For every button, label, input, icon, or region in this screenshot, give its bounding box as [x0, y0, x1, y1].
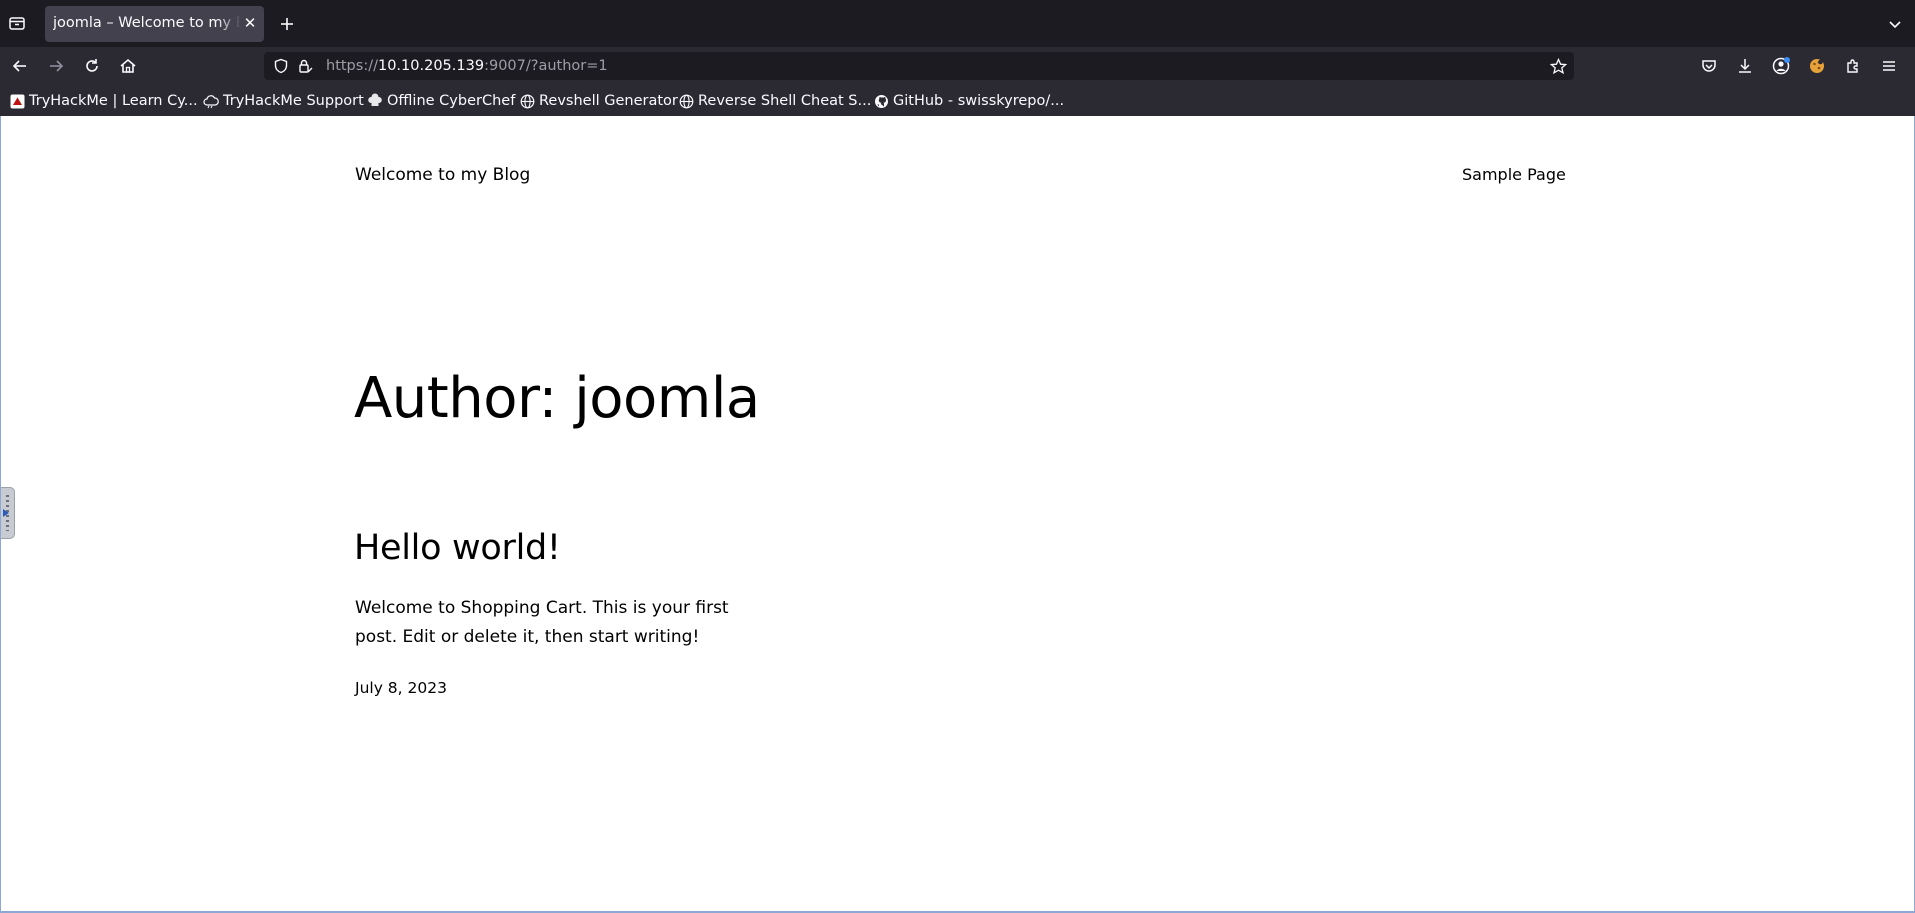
chef-hat-icon — [367, 93, 383, 109]
url-text: https://10.10.205.139:9007/?author=1 — [326, 58, 608, 74]
nav-link-sample-page[interactable]: Sample Page — [1462, 165, 1566, 184]
forward-icon[interactable] — [43, 54, 69, 78]
bookmark-label: TryHackMe Support — [223, 93, 364, 109]
url-bar[interactable]: https://10.10.205.139:9007/?author=1 — [264, 52, 1574, 80]
url-path: :9007/?author=1 — [484, 58, 608, 74]
bookmark-revshell-generator[interactable]: Revshell Generator — [519, 91, 678, 111]
close-icon[interactable]: ✕ — [242, 15, 258, 31]
tab-title: joomla – Welcome to my Blog — [53, 15, 241, 31]
globe-icon — [678, 93, 694, 109]
archive-title: Author: joomla — [354, 366, 760, 431]
new-tab-icon[interactable] — [276, 13, 298, 35]
account-icon[interactable] — [1768, 54, 1794, 78]
navigation-toolbar: https://10.10.205.139:9007/?author=1 — [0, 47, 1915, 85]
url-scheme: https:// — [326, 58, 378, 74]
bookmark-label: TryHackMe | Learn Cy... — [29, 93, 198, 109]
site-title[interactable]: Welcome to my Blog — [355, 165, 530, 185]
cloud-icon — [203, 93, 219, 109]
github-icon — [873, 93, 889, 109]
extensions-icon[interactable] — [1840, 54, 1866, 78]
post-date[interactable]: July 8, 2023 — [355, 679, 447, 697]
bookmark-tryhackme[interactable]: TryHackMe | Learn Cy... — [9, 91, 198, 111]
globe-icon — [519, 93, 535, 109]
bookmark-github-swisskyrepo[interactable]: GitHub - swisskyrepo/... — [873, 91, 1064, 111]
shield-icon[interactable] — [272, 57, 290, 75]
active-tab[interactable]: joomla – Welcome to my Blog ✕ — [45, 6, 264, 42]
post-title[interactable]: Hello world! — [354, 528, 561, 568]
page-viewport: Welcome to my Blog Sample Page Author: j… — [0, 116, 1915, 913]
reload-icon[interactable] — [79, 54, 105, 78]
tab-list-icon[interactable] — [6, 12, 28, 34]
bookmark-label: GitHub - swisskyrepo/... — [893, 93, 1065, 109]
bookmark-tryhackme-support[interactable]: TryHackMe Support — [203, 91, 364, 111]
home-icon[interactable] — [115, 54, 141, 78]
bookmark-reverse-shell-cheat-sheet[interactable]: Reverse Shell Cheat S... — [678, 91, 871, 111]
bookmarks-toolbar: TryHackMe | Learn Cy... TryHackMe Suppor… — [0, 85, 1915, 116]
tryhackme-icon — [9, 93, 25, 109]
sidebar-handle[interactable] — [1, 487, 15, 539]
back-icon[interactable] — [7, 54, 33, 78]
url-host: 10.10.205.139 — [377, 58, 485, 74]
post-excerpt: Welcome to Shopping Cart. This is your f… — [355, 598, 729, 647]
chevron-down-icon[interactable] — [1885, 14, 1905, 34]
tab-strip: joomla – Welcome to my Blog ✕ — [0, 0, 1915, 47]
star-icon[interactable] — [1549, 57, 1567, 75]
bookmark-label: Offline CyberChef — [387, 93, 516, 109]
bookmark-label: Revshell Generator — [539, 93, 678, 109]
cookie-extension-icon[interactable] — [1804, 54, 1830, 78]
download-icon[interactable] — [1732, 54, 1758, 78]
bookmark-label: Reverse Shell Cheat S... — [698, 93, 872, 109]
bookmark-offline-cyberchef[interactable]: Offline CyberChef — [367, 91, 515, 111]
pocket-icon[interactable] — [1696, 54, 1722, 78]
lock-icon[interactable] — [296, 57, 314, 75]
menu-icon[interactable] — [1876, 54, 1902, 78]
